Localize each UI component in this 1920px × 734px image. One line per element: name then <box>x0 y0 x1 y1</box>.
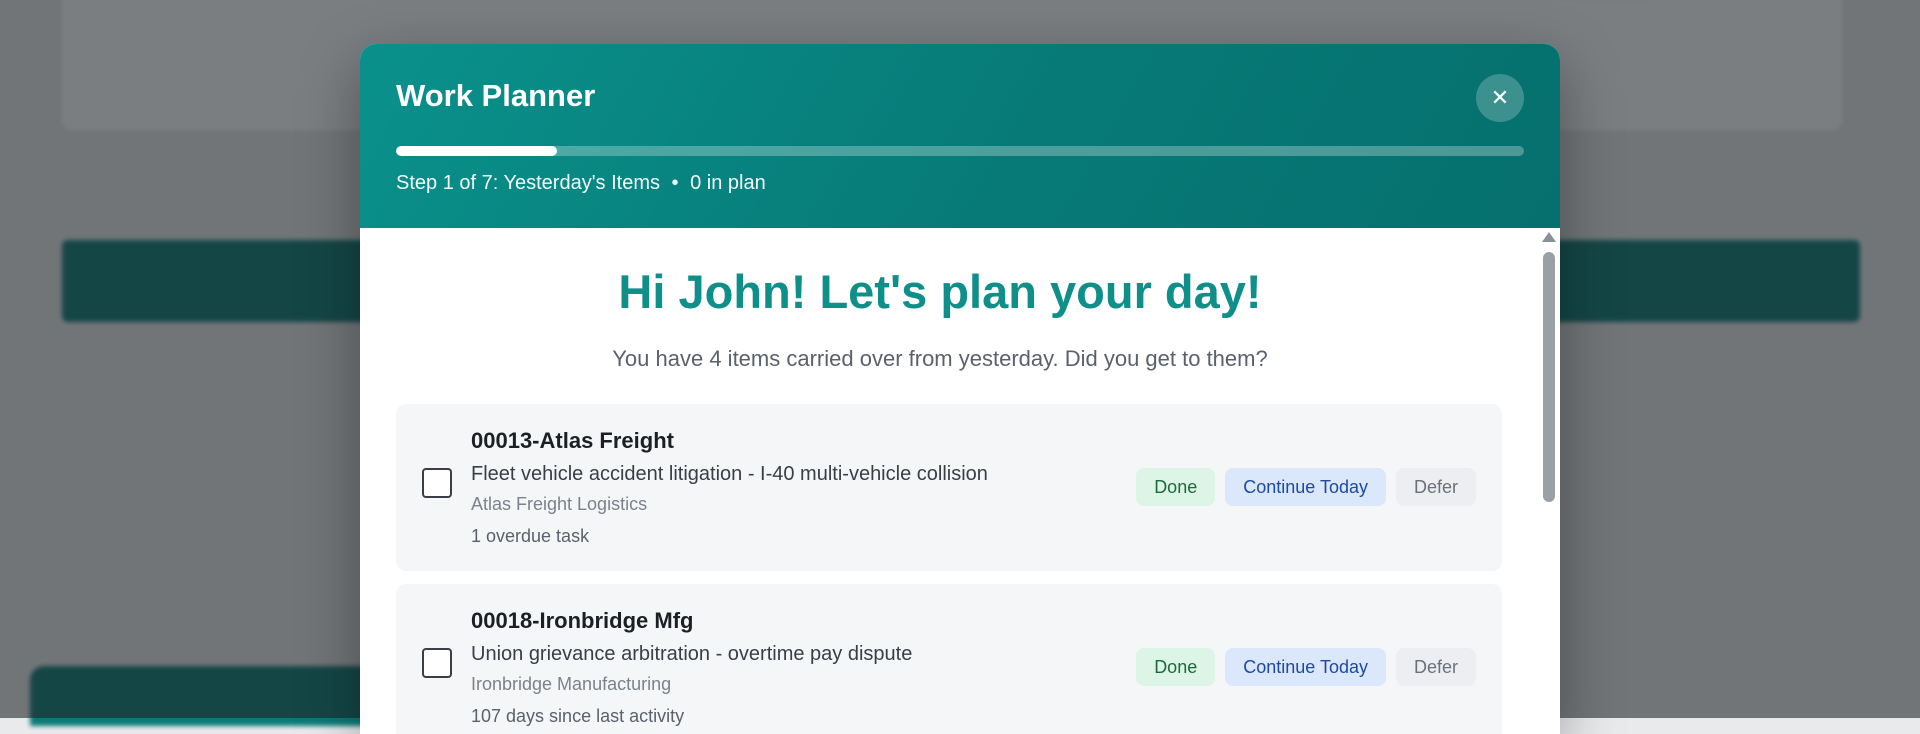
defer-button[interactable]: Defer <box>1395 648 1476 686</box>
greeting-subtitle: You have 4 items carried over from yeste… <box>612 346 1268 371</box>
close-icon: ✕ <box>1490 85 1510 110</box>
item-status-note: 107 days since last activity <box>471 706 685 726</box>
item-description: Union grievance arbitration - overtime p… <box>471 643 913 665</box>
close-button[interactable]: ✕ <box>1476 74 1524 122</box>
item-checkbox[interactable] <box>422 648 452 678</box>
item-title: 00013-Atlas Freight <box>471 428 674 453</box>
modal-body: Hi John! Let's plan your day! You have 4… <box>360 228 1560 734</box>
item-client: Ironbridge Manufacturing <box>471 674 672 694</box>
item-actions: Done Continue Today Defer <box>1136 648 1476 686</box>
work-planner-modal: Work Planner ✕ Step 1 of 7: Yesterday's … <box>360 44 1560 734</box>
item-checkbox[interactable] <box>422 468 452 498</box>
modal-scrollbar[interactable] <box>1542 228 1556 734</box>
step-label: Step 1 of 7: Yesterday's Items <box>396 172 660 194</box>
scroll-thumb[interactable] <box>1543 252 1555 502</box>
carryover-item-card: 00013-Atlas Freight Fleet vehicle accide… <box>396 404 1502 571</box>
item-client: Atlas Freight Logistics <box>471 494 648 514</box>
done-button[interactable]: Done <box>1136 468 1216 506</box>
greeting-heading: Hi John! Let's plan your day! <box>618 265 1262 318</box>
done-button[interactable]: Done <box>1136 648 1216 686</box>
continue-today-button[interactable]: Continue Today <box>1225 468 1386 506</box>
modal-header: Work Planner ✕ Step 1 of 7: Yesterday's … <box>360 44 1560 228</box>
item-description: Fleet vehicle accident litigation - I-40… <box>471 463 988 485</box>
step-progress-bar <box>396 146 1524 156</box>
step-progress-fill <box>396 146 558 156</box>
item-info: 00013-Atlas Freight Fleet vehicle accide… <box>471 428 988 547</box>
item-actions: Done Continue Today Defer <box>1136 468 1476 506</box>
plan-count: 0 in plan <box>690 172 766 194</box>
step-separator: • <box>671 172 679 194</box>
continue-today-button[interactable]: Continue Today <box>1225 648 1386 686</box>
carryover-item-card: 00018-Ironbridge Mfg Union grievance arb… <box>396 584 1502 734</box>
item-info: 00018-Ironbridge Mfg Union grievance arb… <box>471 608 912 727</box>
item-title: 00018-Ironbridge Mfg <box>471 608 694 633</box>
modal-title: Work Planner <box>396 78 596 113</box>
step-status: Step 1 of 7: Yesterday's Items • 0 in pl… <box>396 172 766 195</box>
scroll-up-arrow-icon[interactable] <box>1542 232 1556 242</box>
item-status-note: 1 overdue task <box>471 526 590 546</box>
defer-button[interactable]: Defer <box>1395 468 1476 506</box>
